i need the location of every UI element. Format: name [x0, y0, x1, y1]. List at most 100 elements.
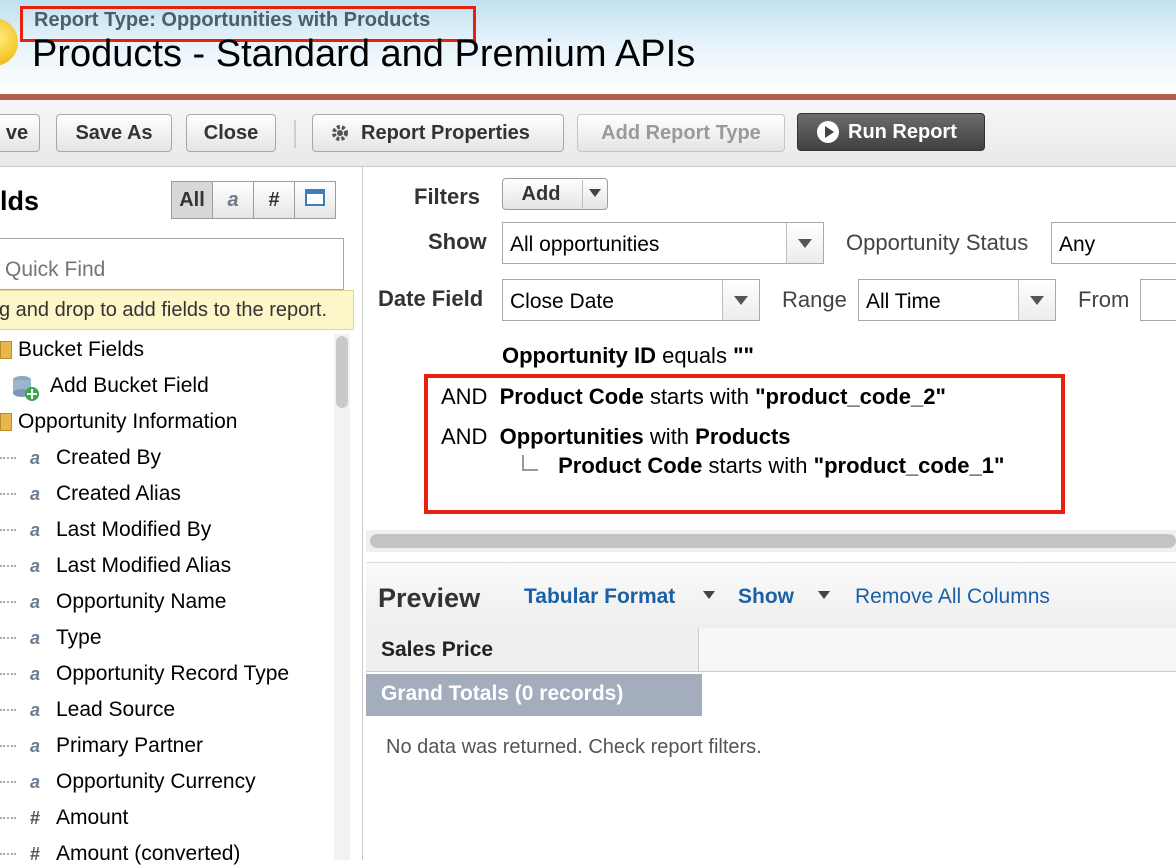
tree-label: Type — [56, 626, 102, 649]
fields-scrollbar-thumb[interactable] — [336, 336, 348, 408]
filter-condition-1[interactable]: Opportunity ID equals "" — [502, 343, 754, 369]
condition-operator: equals — [662, 343, 727, 368]
tree-label: Opportunity Currency — [56, 770, 256, 793]
tree-field-created-alias[interactable]: a Created Alias — [0, 482, 181, 506]
tree-label: Last Modified Alias — [56, 554, 232, 577]
tree-label: Amount — [56, 806, 129, 829]
chevron-down-icon — [1018, 280, 1055, 320]
tree-label: Add Bucket Field — [50, 374, 209, 397]
number-field-icon: # — [29, 843, 40, 864]
filter-number-button[interactable]: # — [253, 181, 295, 219]
number-field-icon: # — [268, 188, 280, 211]
filter-date-button[interactable] — [294, 181, 336, 219]
text-field-icon: a — [29, 519, 40, 540]
calendar-icon — [305, 188, 325, 212]
chevron-down-icon — [722, 280, 759, 320]
run-report-label: Run Report — [848, 120, 957, 143]
date-field-select[interactable]: Close Date — [502, 279, 760, 321]
text-field-icon: a — [227, 188, 239, 211]
tree-field-amount[interactable]: # Amount — [0, 806, 128, 830]
quick-find-input[interactable] — [0, 238, 344, 290]
text-field-icon: a — [29, 735, 40, 756]
text-field-icon: a — [29, 627, 40, 648]
gear-icon — [329, 122, 351, 144]
chevron-down-icon[interactable] — [589, 189, 601, 197]
chevron-down-icon[interactable] — [703, 591, 715, 599]
tree-folder-bucket-fields[interactable]: Bucket Fields — [0, 338, 144, 362]
filters-label: Filters — [414, 184, 481, 209]
folder-icon — [0, 341, 12, 359]
tree-label: Last Modified By — [56, 518, 212, 541]
field-type-filter: All a # — [171, 181, 336, 219]
tree-label: Lead Source — [56, 698, 176, 721]
report-properties-button[interactable]: Report Properties — [312, 114, 564, 152]
from-date-input[interactable] — [1140, 279, 1176, 321]
play-icon — [816, 120, 840, 144]
no-data-message: No data was returned. Check report filte… — [386, 736, 762, 758]
toolbar-separator — [294, 120, 296, 148]
number-field-icon: # — [29, 807, 40, 828]
text-field-icon: a — [29, 483, 40, 504]
grand-totals-label: Grand Totals (0 records) — [381, 682, 624, 705]
text-field-icon: a — [29, 591, 40, 612]
show-select-value: All opportunities — [510, 233, 660, 256]
date-field-label: Date Field — [378, 286, 484, 311]
tree-label: Created Alias — [56, 482, 181, 505]
drag-drop-tip: g and drop to add fields to the report. — [0, 290, 354, 330]
tabular-format-dropdown[interactable]: Tabular Format — [524, 585, 675, 609]
column-header-label: Sales Price — [381, 638, 494, 661]
opportunity-status-label: Opportunity Status — [846, 230, 1029, 255]
filter-text-button[interactable]: a — [212, 181, 254, 219]
add-report-type-button[interactable]: Add Report Type — [577, 114, 785, 152]
folder-icon — [0, 413, 12, 431]
text-field-icon: a — [29, 699, 40, 720]
opportunity-status-select[interactable]: Any — [1051, 222, 1176, 264]
filters-scrollbar-thumb[interactable] — [370, 534, 1176, 548]
tree-label: Created By — [56, 446, 162, 469]
tree-field-type[interactable]: a Type — [0, 626, 102, 650]
tree-label: Primary Partner — [56, 734, 204, 757]
tree-folder-opportunity-information[interactable]: Opportunity Information — [0, 410, 237, 434]
tree-field-amount-converted[interactable]: # Amount (converted) — [0, 842, 240, 866]
run-report-button[interactable]: Run Report — [797, 113, 985, 151]
show-select[interactable]: All opportunities — [502, 222, 824, 264]
text-field-icon: a — [29, 663, 40, 684]
show-label: Show — [428, 229, 487, 254]
tree-field-primary-partner[interactable]: a Primary Partner — [0, 734, 203, 758]
text-field-icon: a — [29, 555, 40, 576]
tree-label: Bucket Fields — [18, 338, 145, 361]
range-select[interactable]: All Time — [858, 279, 1056, 321]
opportunity-status-value: Any — [1059, 233, 1096, 256]
save-button[interactable]: ve — [0, 114, 40, 152]
preview-title: Preview — [378, 583, 481, 613]
filter-highlight-box — [424, 374, 1065, 514]
column-header-filler — [699, 628, 1176, 672]
tree-item-add-bucket-field[interactable]: Add Bucket Field — [10, 372, 209, 401]
save-as-button[interactable]: Save As — [56, 114, 172, 152]
tree-field-lead-source[interactable]: a Lead Source — [0, 698, 175, 722]
chevron-down-icon — [786, 223, 823, 263]
add-filter-divider — [582, 180, 583, 208]
tree-field-opportunity-record-type[interactable]: a Opportunity Record Type — [0, 662, 289, 686]
show-dropdown[interactable]: Show — [738, 585, 794, 609]
tree-field-opportunity-currency[interactable]: a Opportunity Currency — [0, 770, 256, 794]
add-bucket-icon — [10, 372, 39, 401]
filter-all-button[interactable]: All — [171, 181, 213, 219]
condition-value: "" — [733, 343, 754, 368]
remove-all-columns-link[interactable]: Remove All Columns — [855, 585, 1050, 609]
chevron-down-icon[interactable] — [818, 591, 830, 599]
tree-field-last-modified-by[interactable]: a Last Modified By — [0, 518, 211, 542]
fields-heading: lds — [0, 186, 40, 216]
page-title: Products - Standard and Premium APIs — [32, 33, 696, 75]
range-value: All Time — [866, 290, 941, 313]
tree-label: Opportunity Record Type — [56, 662, 290, 685]
text-field-icon: a — [29, 447, 40, 468]
close-button[interactable]: Close — [186, 114, 276, 152]
add-filter-label: Add — [521, 182, 561, 205]
tree-field-created-by[interactable]: a Created By — [0, 446, 161, 470]
tree-label: Amount (converted) — [56, 842, 241, 865]
tree-field-last-modified-alias[interactable]: a Last Modified Alias — [0, 554, 231, 578]
text-field-icon: a — [29, 771, 40, 792]
fields-scrollbar[interactable] — [334, 334, 350, 860]
tree-field-opportunity-name[interactable]: a Opportunity Name — [0, 590, 226, 614]
